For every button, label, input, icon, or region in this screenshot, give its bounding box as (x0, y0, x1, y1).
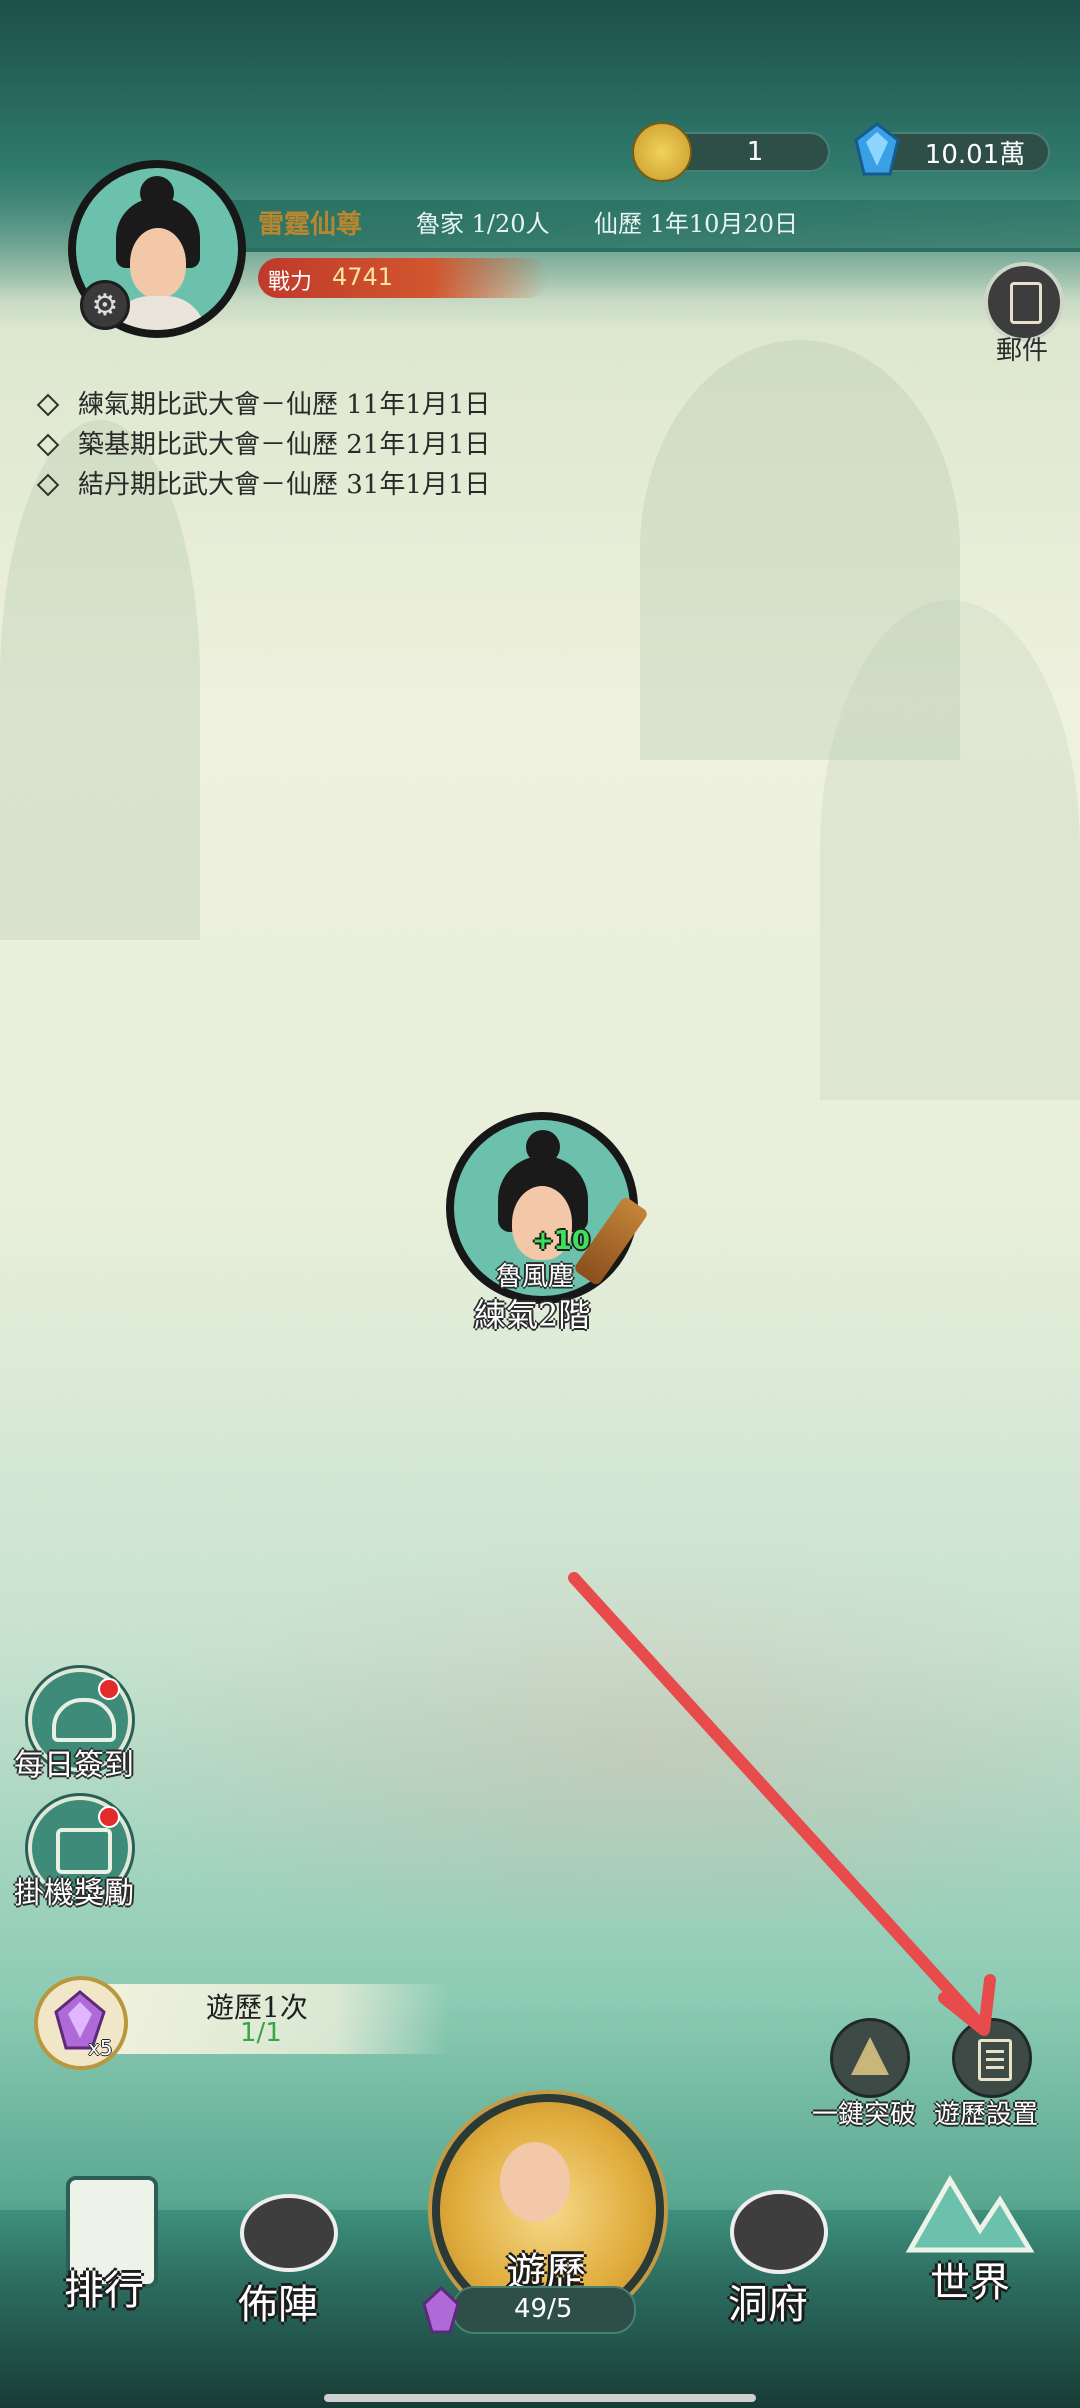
explore-energy: 49/5 (452, 2286, 636, 2334)
explore-characters-icon (500, 2142, 570, 2222)
nav-formation[interactable]: 佈陣 (210, 2168, 360, 2328)
nav-formation-label: 佈陣 (238, 2282, 318, 2328)
home-indicator[interactable] (324, 2394, 756, 2402)
nav-world-label: 世界 (930, 2260, 1010, 2306)
annotation-arrow (568, 1572, 996, 2036)
purple-crystal-icon (422, 2286, 460, 2334)
bell-icon (730, 2190, 828, 2274)
bell-icon (240, 2194, 338, 2272)
nav-ranking[interactable]: 排行 (40, 2160, 180, 2314)
nav-cave-label: 洞府 (728, 2282, 808, 2328)
world-map-icon (900, 2160, 1040, 2260)
nav-cave[interactable]: 洞府 (690, 2168, 860, 2328)
nav-world[interactable]: 世界 (880, 2150, 1060, 2310)
nav-ranking-label: 排行 (64, 2268, 144, 2314)
explore-energy-value: 49/5 (514, 2294, 573, 2324)
